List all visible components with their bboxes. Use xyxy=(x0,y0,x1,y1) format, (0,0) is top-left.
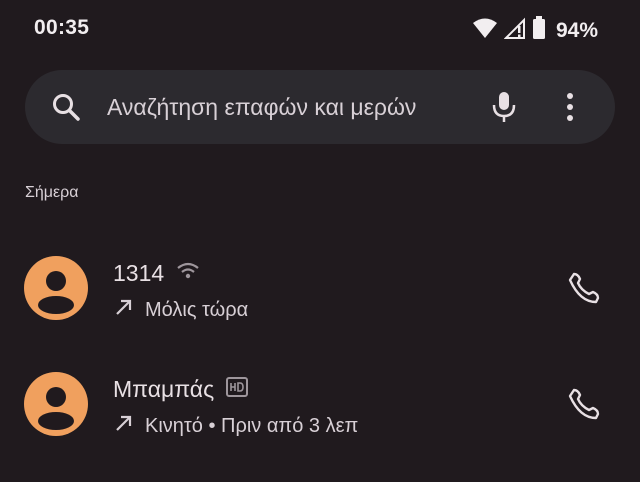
status-bar: 00:35 94% xyxy=(0,0,640,58)
call-detail: Μόλις τώρα xyxy=(145,298,249,321)
call-log-item[interactable]: 1314 Μόλις τώρα xyxy=(0,240,640,340)
wifi-icon xyxy=(472,17,498,44)
search-bar[interactable]: Αναζήτηση επαφών και μερών xyxy=(25,70,615,144)
microphone-icon[interactable] xyxy=(491,90,517,129)
call-log-item[interactable]: Μπαμπάς Κινητό • Πριν από 3 λεπ xyxy=(0,356,640,456)
battery-icon xyxy=(532,16,546,45)
search-icon xyxy=(51,92,81,127)
outgoing-call-icon xyxy=(113,296,135,324)
outgoing-call-icon xyxy=(113,412,135,440)
contact-name: 1314 xyxy=(113,260,165,286)
call-detail: Κινητό • Πριν από 3 λεπ xyxy=(145,414,359,437)
name-line: Μπαμπάς xyxy=(113,376,249,403)
detail-line: Μόλις τώρα xyxy=(113,296,248,324)
phone-icon[interactable] xyxy=(566,386,602,422)
wifi-calling-icon xyxy=(176,262,200,285)
contact-name: Μπαμπάς xyxy=(113,376,215,402)
section-header-today: Σήμερα xyxy=(25,184,79,201)
status-time: 00:35 xyxy=(34,16,90,39)
detail-line: Κινητό • Πριν από 3 λεπ xyxy=(113,412,358,440)
avatar-icon xyxy=(24,372,88,436)
battery-percent: 94% xyxy=(555,18,598,42)
search-input[interactable]: Αναζήτηση επαφών και μερών xyxy=(107,94,416,121)
avatar-icon xyxy=(24,256,88,320)
phone-icon[interactable] xyxy=(566,270,602,306)
cellular-signal-icon xyxy=(503,17,526,44)
more-vert-icon[interactable] xyxy=(565,92,575,127)
name-line: 1314 xyxy=(113,260,200,287)
status-icons: 94% xyxy=(472,16,598,45)
hd-icon xyxy=(226,377,249,402)
